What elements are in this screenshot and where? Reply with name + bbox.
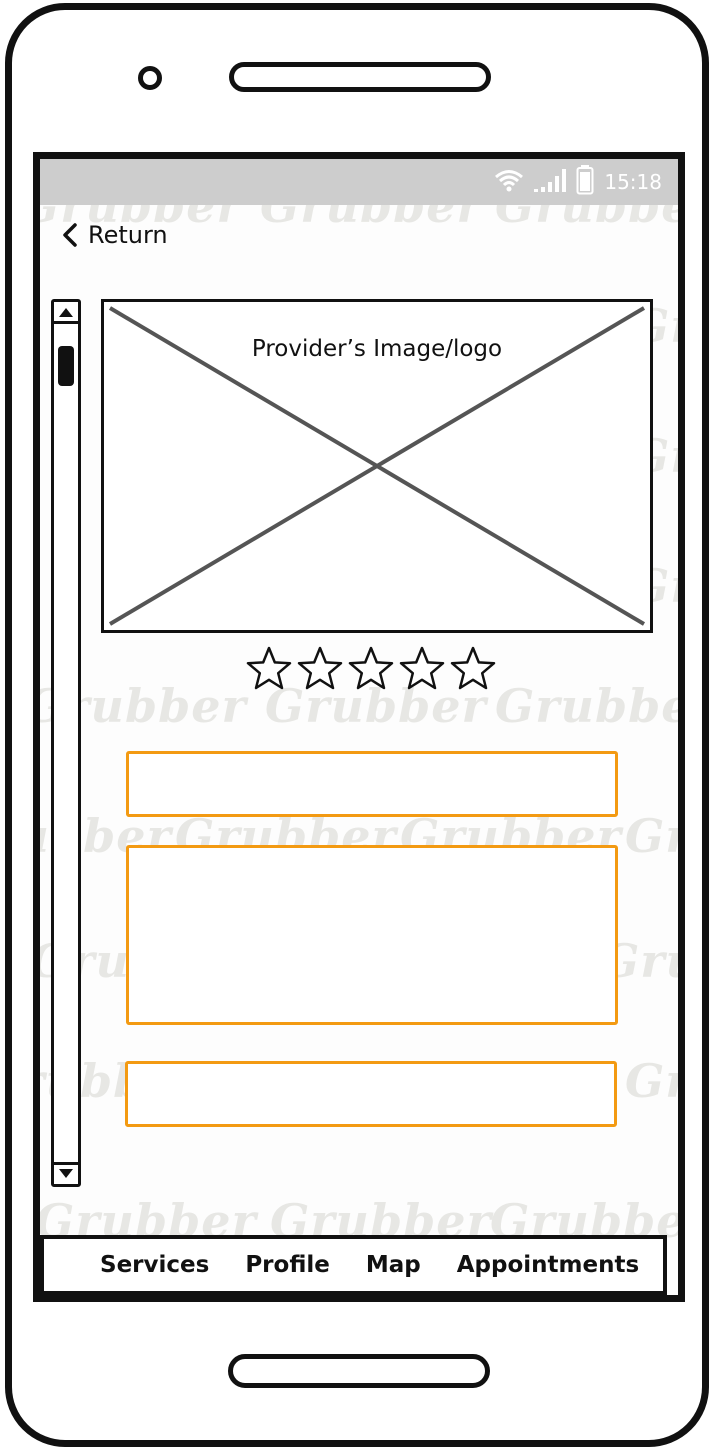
status-time: 15:18 [604,170,662,194]
watermark-text: Grubber [495,679,678,733]
watermark-text: Grubber [625,809,678,863]
wifi-icon [494,168,524,196]
camera-icon [138,66,162,90]
scrollbar[interactable] [51,299,81,1187]
nav-item-services[interactable]: Services [100,1252,209,1278]
chevron-left-icon [63,223,77,247]
signal-icon [534,167,567,197]
rating-stars[interactable] [245,645,500,691]
nav-item-map[interactable]: Map [366,1252,421,1278]
return-label: Return [88,221,168,249]
watermark-text: Grubber [625,1054,678,1108]
return-button[interactable]: Return [62,221,168,249]
scroll-down-button[interactable] [54,1162,78,1184]
star-icon[interactable] [449,645,497,691]
provider-image-label: Provider’s Image/logo [251,336,503,362]
star-icon[interactable] [245,645,293,691]
screen: Grubber Grubber Grubber Grubber Grubber … [33,152,685,1302]
triangle-up-icon [59,308,73,317]
star-icon[interactable] [347,645,395,691]
provider-description-field[interactable] [126,845,618,1025]
provider-name-field[interactable] [126,751,618,817]
provider-image-placeholder: Provider’s Image/logo [101,299,653,633]
star-icon[interactable] [296,645,344,691]
status-bar: 15:18 [40,159,678,205]
star-icon[interactable] [398,645,446,691]
triangle-down-icon [59,1169,73,1178]
scroll-thumb[interactable] [58,346,74,386]
bottom-navigation: Services Profile Map Appointments [40,1235,667,1295]
home-button[interactable] [228,1354,490,1388]
battery-icon [576,165,594,199]
nav-item-appointments[interactable]: Appointments [457,1252,639,1278]
nav-item-profile[interactable]: Profile [245,1252,330,1278]
provider-contact-field[interactable] [125,1061,617,1127]
scroll-up-button[interactable] [54,302,78,324]
speaker-grille [229,62,491,92]
